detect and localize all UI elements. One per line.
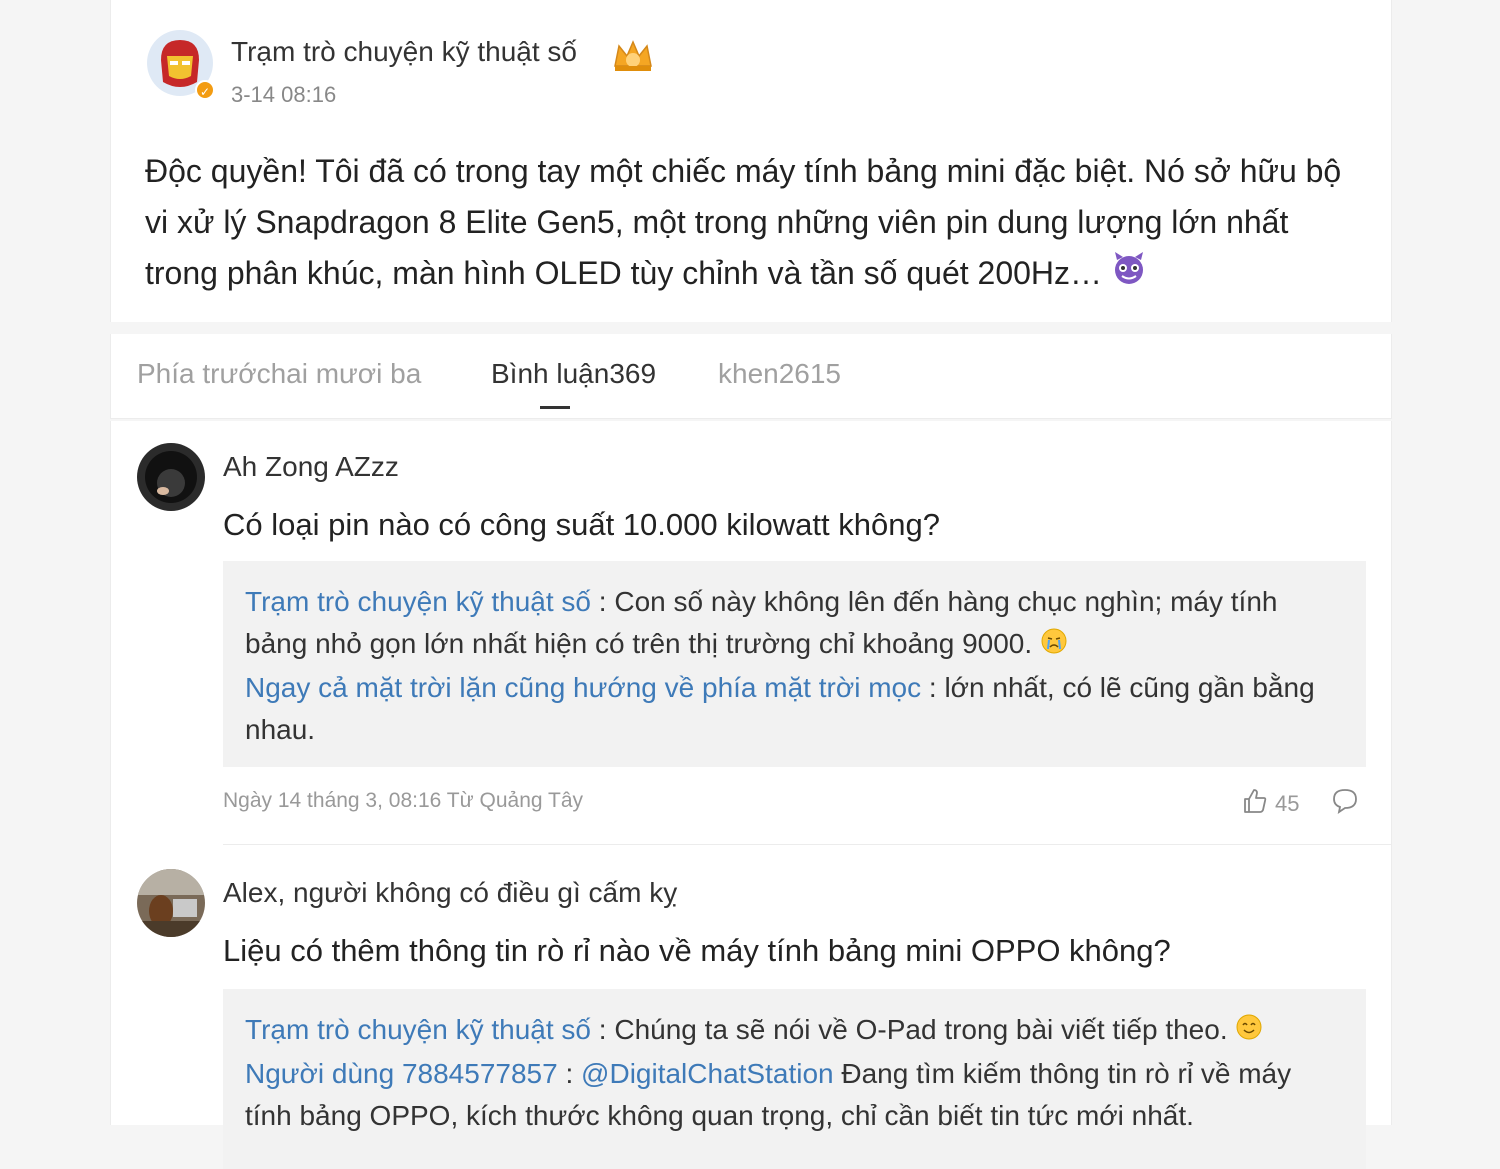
crying-emoji-icon [1040, 625, 1068, 667]
tab-likes[interactable]: khen2615 [718, 358, 841, 390]
active-tab-indicator [540, 406, 570, 409]
comment-meta: Ngày 14 tháng 3, 08:16 Từ Quảng Tây [223, 789, 584, 812]
comment-text: Liệu có thêm thông tin rò rỉ nào về máy … [223, 933, 1171, 968]
commenter-avatar[interactable] [137, 869, 205, 937]
reply-line: Ngay cả mặt trời lặn cũng hướng về phía … [245, 667, 1344, 751]
reply-user[interactable]: Ngay cả mặt trời lặn cũng hướng về phía … [245, 672, 921, 703]
mention-link[interactable]: @DigitalChatStation [581, 1058, 834, 1089]
reply-separator: : [591, 1014, 615, 1045]
tab-reposts[interactable]: Phía trướchai mươi ba [137, 358, 421, 390]
commenter-name[interactable]: Ah Zong AZzz [223, 451, 399, 483]
reply-line: Trạm trò chuyện kỹ thuật số : Con số này… [245, 581, 1344, 667]
post-body: Độc quyền! Tôi đã có trong tay một chiếc… [145, 146, 1360, 301]
comment-divider [223, 844, 1391, 845]
comment-bubble-icon[interactable] [1331, 787, 1359, 820]
post-time: 3-14 08:16 [231, 82, 337, 107]
reply-line: Trạm trò chuyện kỹ thuật số : Chúng ta s… [245, 1009, 1344, 1053]
tab-comments[interactable]: Bình luận369 [491, 358, 656, 390]
reply-line: Người dùng 7884577857 : @DigitalChatStat… [245, 1053, 1344, 1137]
reply-text: Chúng ta sẽ nói về O-Pad trong bài viết … [614, 1014, 1228, 1045]
like-count: 45 [1275, 791, 1300, 816]
verified-badge-icon: ✓ [195, 80, 215, 100]
comments-list: Ah Zong AZzz Có loại pin nào có công suấ… [110, 421, 1392, 1169]
like-button[interactable]: 45 [1241, 787, 1299, 821]
reply-user[interactable]: Trạm trò chuyện kỹ thuật số [245, 1014, 591, 1045]
reply-user[interactable]: Người dùng 7884577857 [245, 1058, 558, 1089]
smile-emoji-icon [1235, 1011, 1263, 1053]
thumbs-up-icon [1241, 787, 1269, 821]
devil-emoji-icon [1111, 250, 1147, 301]
reply-box: Trạm trò chuyện kỹ thuật số : Chúng ta s… [223, 989, 1366, 1169]
post-text: Độc quyền! Tôi đã có trong tay một chiếc… [145, 153, 1342, 291]
crown-icon [611, 38, 655, 74]
reply-box: Trạm trò chuyện kỹ thuật số : Con số này… [223, 561, 1366, 767]
author-name[interactable]: Trạm trò chuyện kỹ thuật số [231, 36, 577, 68]
tab-bar: Phía trướchai mươi ba Bình luận369 khen2… [110, 334, 1392, 419]
post-card: ✓ Trạm trò chuyện kỹ thuật số 3-14 08:16… [110, 0, 1392, 322]
commenter-name[interactable]: Alex, người không có điều gì cấm kỵ [223, 877, 677, 909]
reply-separator: : [591, 586, 615, 617]
reply-user[interactable]: Trạm trò chuyện kỹ thuật số [245, 586, 591, 617]
commenter-avatar[interactable] [137, 443, 205, 511]
comment-text: Có loại pin nào có công suất 10.000 kilo… [223, 507, 940, 542]
reply-separator: : [921, 671, 945, 703]
reply-separator: : [557, 1057, 582, 1089]
